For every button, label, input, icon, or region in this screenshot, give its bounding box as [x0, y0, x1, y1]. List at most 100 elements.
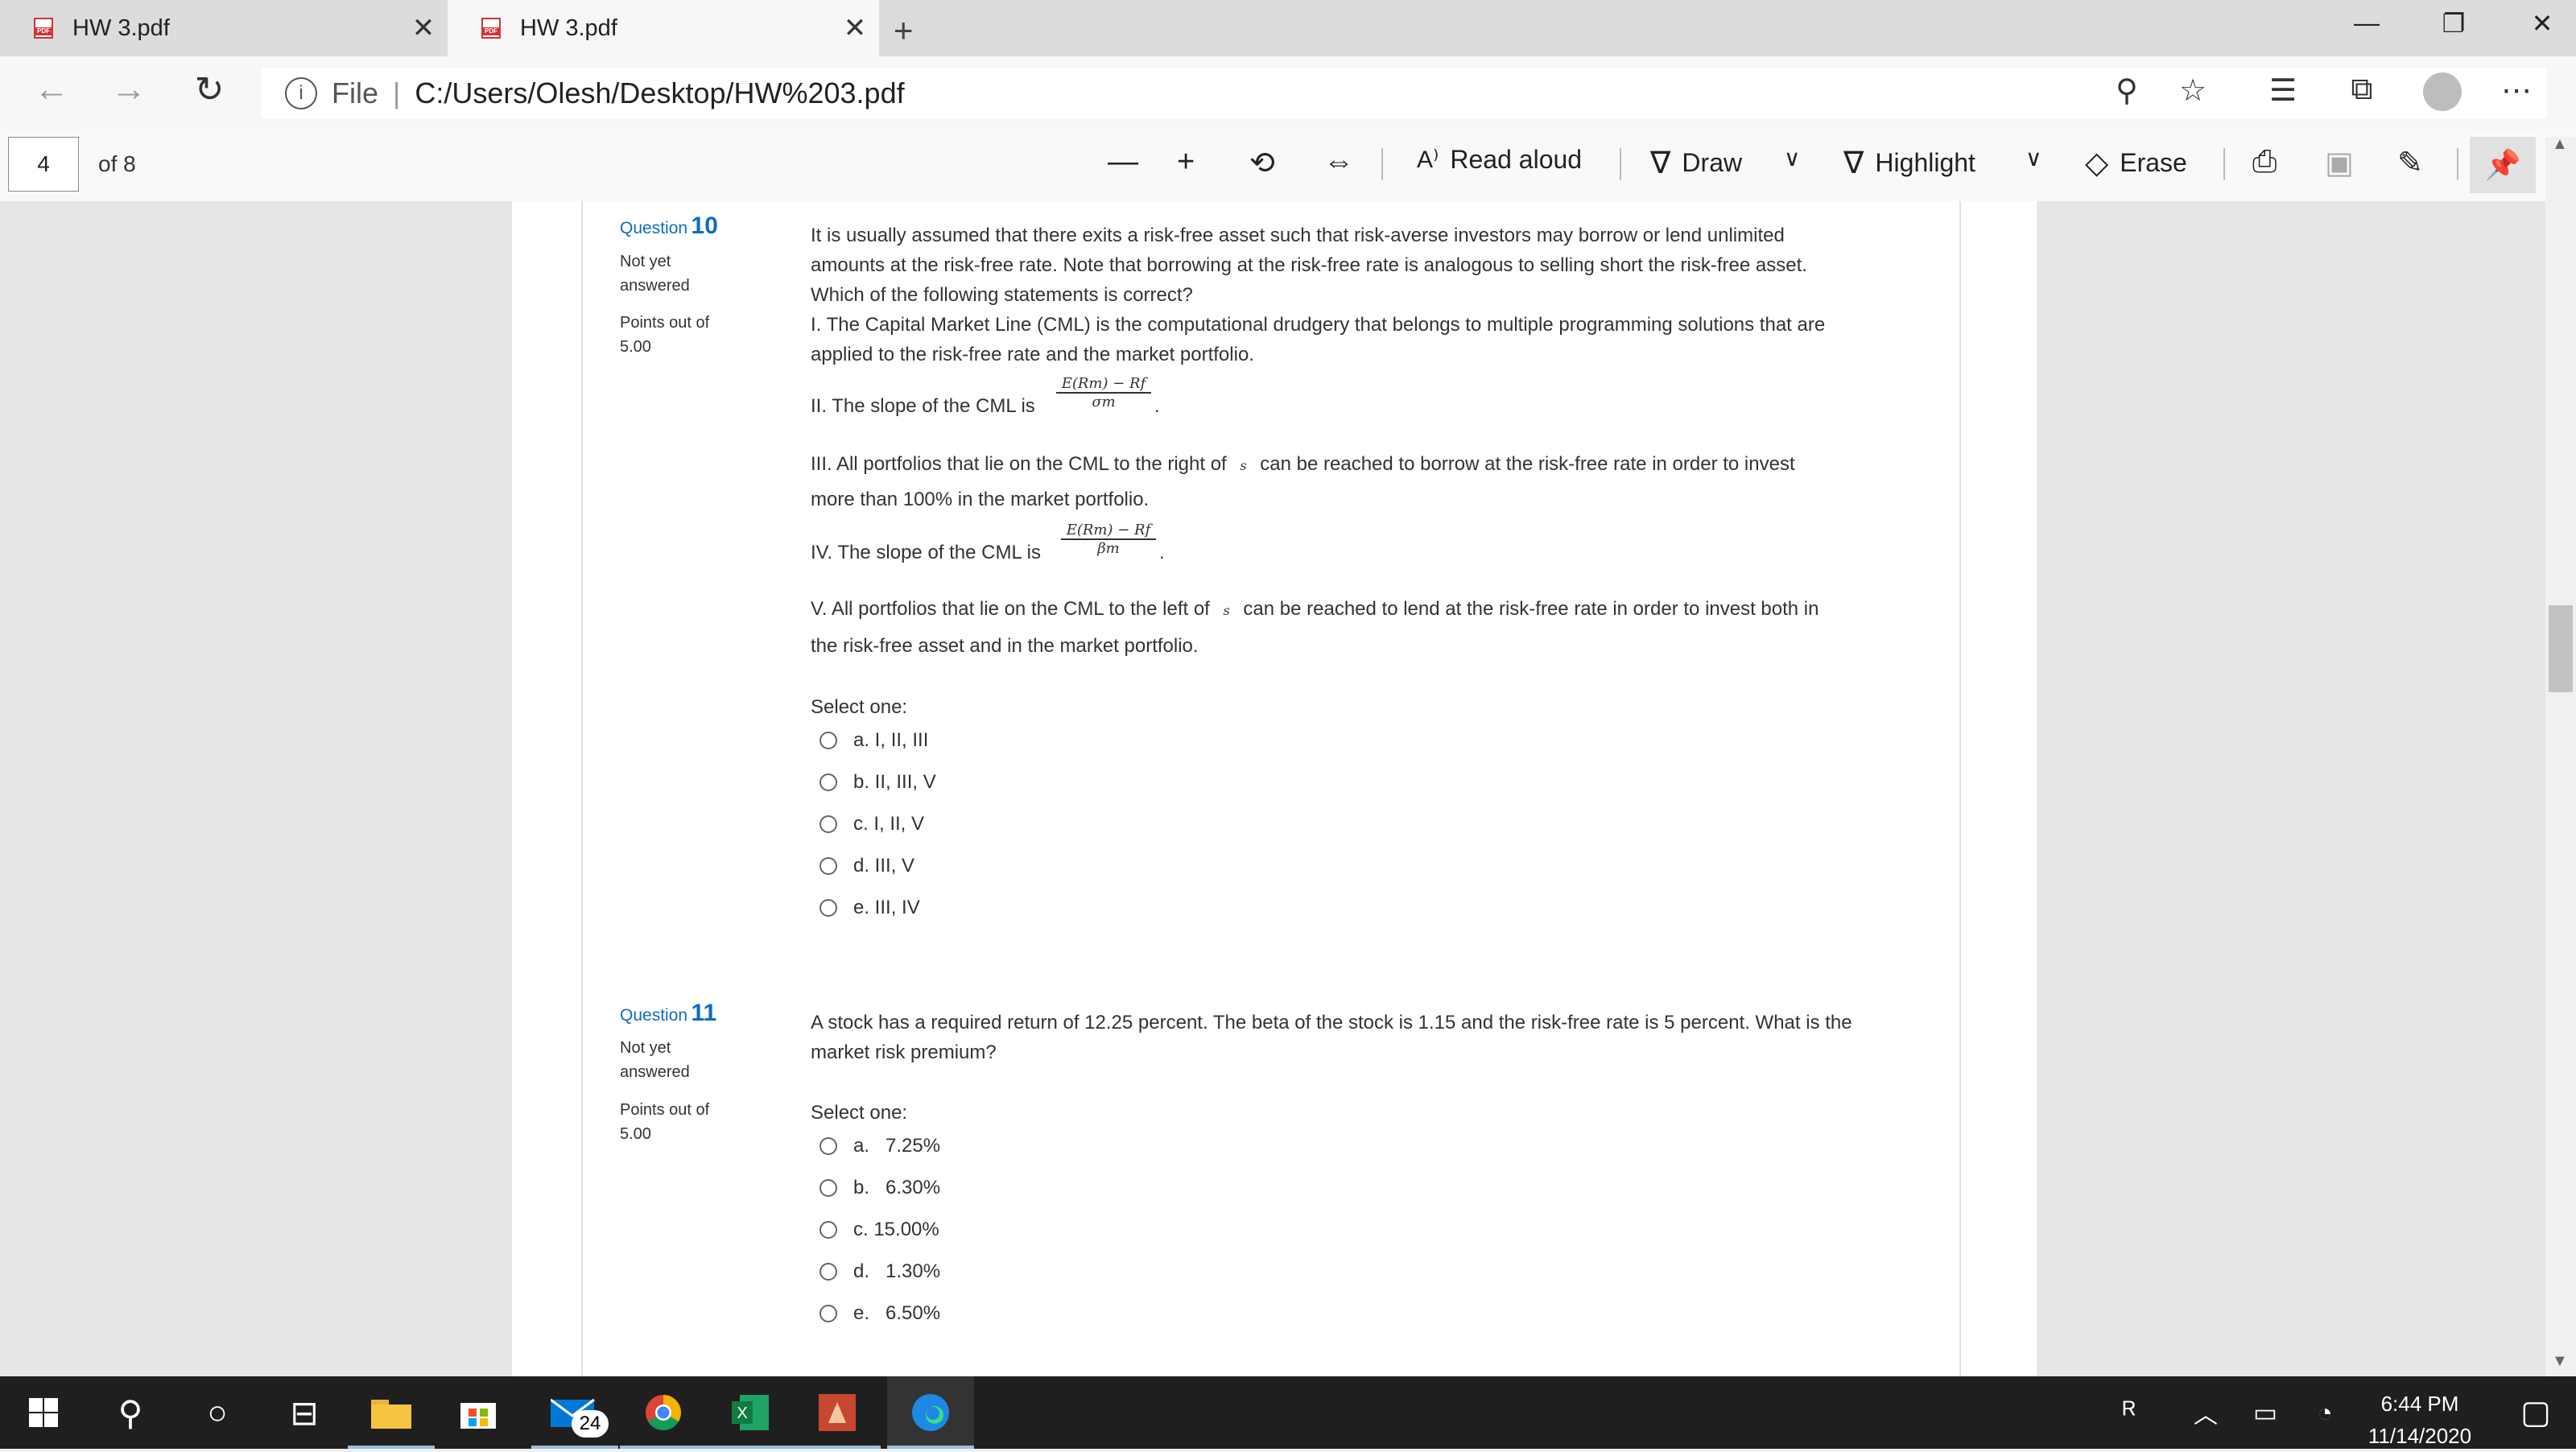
restore-icon[interactable]: ❐	[2429, 8, 2478, 39]
question-text-line: I. The Capital Market Line (CML) is the …	[811, 314, 1826, 336]
save-as-button[interactable]: ✎	[2397, 145, 2423, 181]
answer-option-b[interactable]: b. 6.30%	[819, 1177, 940, 1199]
statement-3-part1: III. All portfolios that lie on the CML …	[811, 453, 1227, 475]
save-button[interactable]: ▣	[2325, 145, 2354, 181]
app-red-icon[interactable]	[794, 1376, 881, 1449]
highlight-button[interactable]: ∇ Highlight	[1843, 145, 1975, 181]
start-windows-icon[interactable]	[0, 1376, 87, 1449]
page-total-label: of 8	[98, 151, 136, 176]
clock-time: 6:44 PM	[2380, 1392, 2459, 1416]
chrome-icon[interactable]	[620, 1376, 707, 1449]
answer-option-d[interactable]: d. 1.30%	[819, 1260, 940, 1283]
print-button[interactable]: ⎙	[2252, 145, 2277, 179]
answer-option-e[interactable]: e. 6.50%	[819, 1302, 940, 1325]
draw-button[interactable]: ∇ Draw	[1650, 145, 1742, 181]
radio-button[interactable]	[819, 1179, 837, 1197]
answer-option-a[interactable]: a. I, II, III	[819, 729, 928, 752]
highlight-dropdown[interactable]: ∨	[2025, 145, 2042, 171]
zoom-out-button[interactable]: —	[1108, 145, 1138, 179]
statement-3-cont: more than 100% in the market portfolio.	[811, 489, 1150, 510]
people-icon[interactable]: ᴿ	[2093, 1376, 2165, 1449]
more-menu-icon[interactable]: ⋯	[2492, 72, 2541, 109]
answer-option-a[interactable]: a. 7.25%	[819, 1135, 940, 1157]
question-10-status: Not yet answered	[620, 250, 690, 298]
radio-button[interactable]	[819, 899, 837, 917]
answer-option-b[interactable]: b. II, III, V	[819, 771, 936, 794]
favorites-list-icon[interactable]: ☰	[2259, 72, 2307, 109]
back-arrow-icon[interactable]: ←	[27, 69, 76, 109]
radio-button[interactable]	[819, 1263, 837, 1281]
radio-button[interactable]	[819, 857, 837, 875]
refresh-icon[interactable]: ↻	[185, 69, 233, 110]
question-text-line: applied to the risk-free rate and the ma…	[811, 344, 1254, 365]
window-close-icon[interactable]: ✕	[2518, 8, 2566, 39]
radio-button[interactable]	[819, 1305, 837, 1322]
fit-page-button[interactable]: ⇔	[1323, 145, 1354, 179]
question-11-text: A stock has a required return of 12.25 p…	[811, 1008, 1954, 1067]
option-label: c. I, II, V	[853, 813, 925, 835]
tab-close-icon[interactable]: ✕	[399, 12, 448, 44]
running-indicator	[620, 1446, 707, 1449]
pin-toolbar-button[interactable]: 📌	[2470, 137, 2536, 193]
question-number: 11	[691, 1000, 717, 1026]
battery-icon[interactable]: ▭	[2233, 1376, 2297, 1449]
task-view-icon[interactable]: ⊟	[261, 1376, 348, 1449]
excel-icon[interactable]: X	[707, 1376, 794, 1449]
url-text[interactable]: C:/Users/Olesh/Desktop/HW%203.pdf	[415, 76, 904, 110]
system-clock[interactable]: 6:44 PM 11/14/2020	[2339, 1388, 2500, 1452]
question-10-points: Points out of 5.00	[620, 311, 709, 359]
zoom-icon[interactable]: ⚲	[2103, 72, 2151, 109]
answer-option-c[interactable]: c. 15.00%	[819, 1219, 939, 1241]
save-icon: ▣	[2325, 146, 2354, 180]
tab-title: HW 3.pdf	[72, 14, 170, 41]
scroll-up-icon[interactable]: ▲	[2552, 135, 2568, 154]
profile-avatar[interactable]	[2423, 72, 2462, 111]
info-icon[interactable]: i	[285, 77, 317, 109]
file-explorer-icon[interactable]	[348, 1376, 435, 1449]
question-text-line: A stock has a required return of 12.25 p…	[811, 1012, 1852, 1033]
favorite-star-icon[interactable]: ☆	[2169, 72, 2217, 109]
radio-button[interactable]	[819, 732, 837, 749]
pin-icon: 📌	[2484, 148, 2521, 181]
read-aloud-button[interactable]: A⁾ Read aloud	[1417, 145, 1582, 175]
radio-button[interactable]	[819, 1137, 837, 1155]
rotate-button[interactable]: ⟲	[1249, 145, 1275, 181]
radio-button[interactable]	[819, 773, 837, 791]
collections-icon[interactable]: ⧉	[2338, 72, 2386, 107]
market-point-symbol: s	[1223, 603, 1230, 618]
new-tab-button[interactable]: +	[894, 11, 914, 50]
cortana-icon[interactable]: ○	[174, 1376, 261, 1449]
tab-close-icon[interactable]: ✕	[831, 12, 879, 44]
question-label: Question	[620, 1006, 688, 1025]
forward-arrow-icon[interactable]: →	[105, 69, 153, 109]
edge-icon[interactable]	[887, 1376, 974, 1449]
toolbar-divider	[1381, 148, 1383, 180]
question-label: Question	[620, 219, 688, 237]
answer-option-c[interactable]: c. I, II, V	[819, 813, 924, 835]
search-icon[interactable]: ⚲	[87, 1376, 174, 1449]
notification-icon[interactable]: ▢	[2496, 1376, 2576, 1449]
question-11-points: Points out of 5.00	[620, 1098, 709, 1146]
answer-option-e[interactable]: e. III, IV	[819, 897, 920, 919]
radio-button[interactable]	[819, 1221, 837, 1239]
erase-button[interactable]: ◇ Erase	[2085, 145, 2187, 181]
statement-3: III. All portfolios that lie on the CML …	[811, 449, 1795, 481]
tab-hw3-first[interactable]: HW 3.pdf ✕	[0, 0, 448, 56]
scrollbar-thumb[interactable]	[2549, 605, 2573, 692]
formula-cml-slope-sigma: E(Rm) − Rf σm	[1056, 375, 1151, 410]
chrome-logo-icon	[646, 1395, 681, 1430]
draw-dropdown[interactable]: ∨	[1784, 145, 1801, 171]
store-icon[interactable]	[435, 1376, 522, 1449]
mail-icon[interactable]	[531, 1376, 618, 1449]
vertical-scrollbar[interactable]	[2545, 137, 2576, 1376]
zoom-in-button[interactable]: +	[1177, 145, 1195, 179]
running-indicator	[794, 1446, 881, 1449]
page-number-input[interactable]: 4	[8, 137, 79, 192]
option-label: b. II, III, V	[853, 771, 936, 793]
chevron-up-icon[interactable]: ︿	[2174, 1376, 2238, 1449]
tab-hw3-active[interactable]: HW 3.pdf ✕	[448, 0, 879, 56]
minimize-icon[interactable]: —	[2343, 8, 2391, 38]
radio-button[interactable]	[819, 815, 837, 833]
answer-option-d[interactable]: d. III, V	[819, 855, 914, 877]
scroll-down-icon[interactable]: ▼	[2552, 1352, 2568, 1371]
